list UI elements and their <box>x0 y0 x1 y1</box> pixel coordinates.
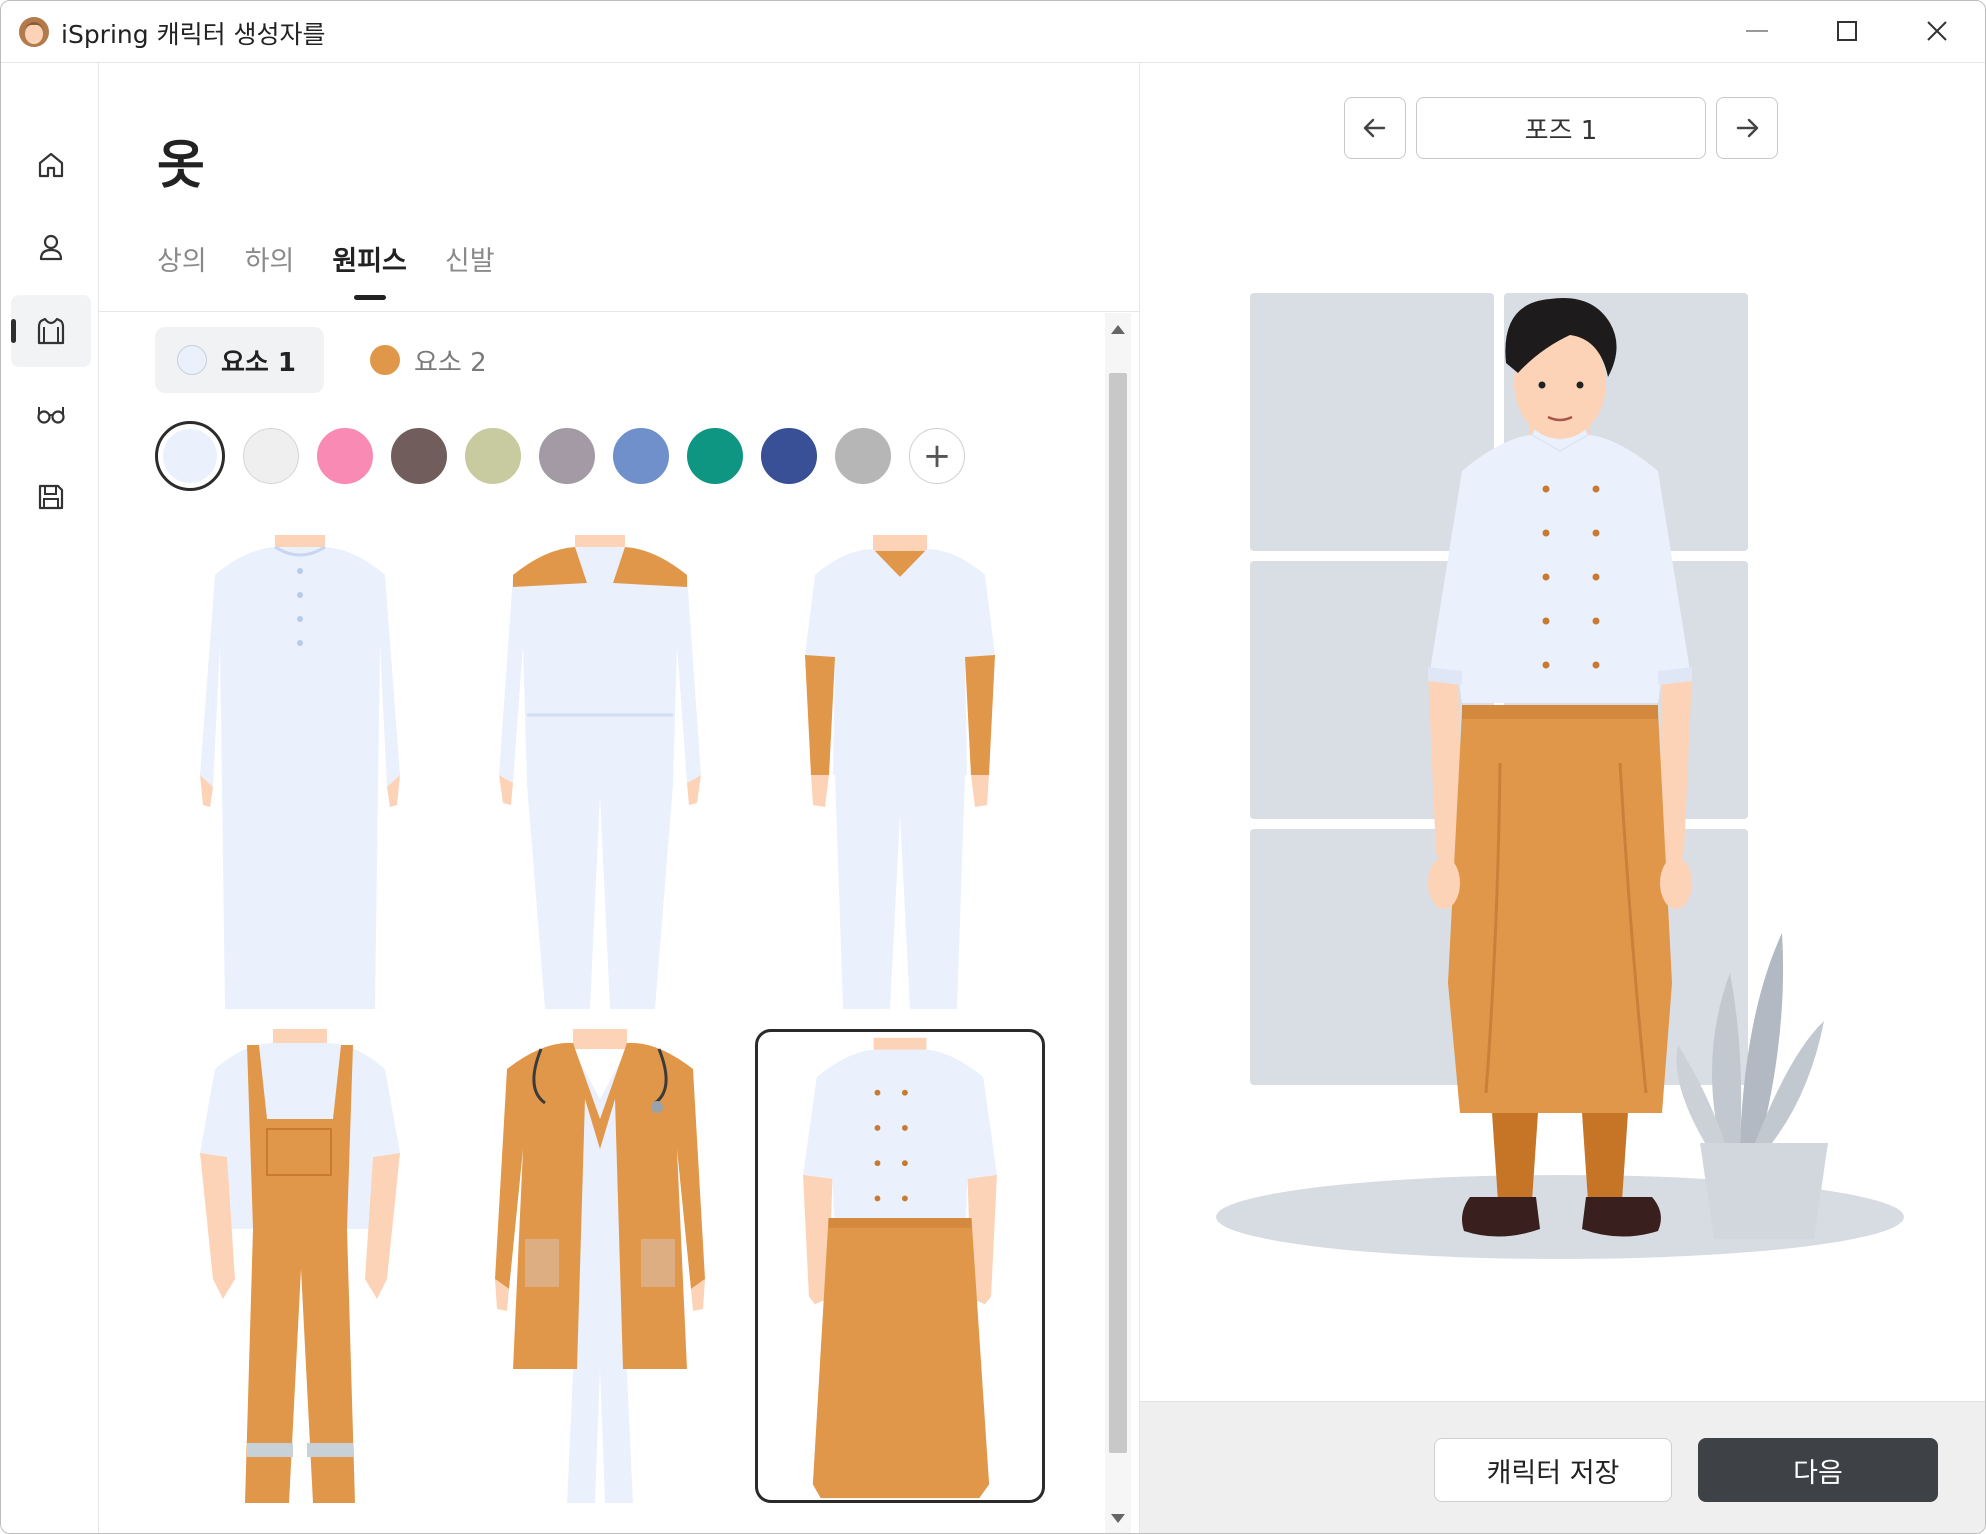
swatch-light-gray[interactable] <box>243 428 299 484</box>
next-button[interactable]: 다음 <box>1698 1438 1938 1502</box>
overalls-illustration <box>200 1029 400 1503</box>
maximize-icon <box>1837 21 1857 41</box>
minimize-button[interactable] <box>1727 9 1787 53</box>
scroll-down-arrow-icon[interactable] <box>1111 1514 1125 1523</box>
preview-panel: 포즈 1 캐릭터 저장 다음 <box>1139 63 1985 1533</box>
doctor-coat-illustration <box>495 1029 705 1503</box>
active-indicator <box>11 319 16 343</box>
preview-footer: 캐릭터 저장 다음 <box>1140 1401 1985 1533</box>
close-button[interactable] <box>1907 9 1967 53</box>
next-pose-button[interactable] <box>1716 97 1778 159</box>
shirt-icon <box>37 317 65 345</box>
long-robe-illustration <box>200 535 400 1009</box>
arrow-left-icon <box>1363 118 1386 138</box>
close-icon <box>1927 21 1947 41</box>
outfit-card-overalls[interactable] <box>155 1029 445 1503</box>
swatch-olive[interactable] <box>465 428 521 484</box>
clothes-panel: 옷 상의 하의 원피스 신발 요소 1 요소 2 + <box>99 63 1139 1533</box>
sidebar-item-character[interactable] <box>11 211 91 283</box>
outfit-card-long-robe[interactable] <box>155 535 445 1009</box>
outfit-card-scrubs[interactable] <box>755 535 1045 1009</box>
swatch-pink[interactable] <box>317 428 373 484</box>
plus-icon: + <box>922 436 952 476</box>
element-1-color-dot <box>177 345 207 375</box>
chef-apron-illustration <box>803 1037 997 1499</box>
element-1-label: 요소 1 <box>221 347 296 378</box>
home-icon <box>38 152 64 178</box>
tab-bottoms[interactable]: 하의 <box>245 239 295 300</box>
previous-pose-button[interactable] <box>1344 97 1406 159</box>
swatch-blue[interactable] <box>613 428 669 484</box>
element-2-button[interactable]: 요소 2 <box>348 327 515 393</box>
sidebar-item-save[interactable] <box>11 461 91 533</box>
sidebar <box>1 63 99 1533</box>
scroll-up-arrow-icon[interactable] <box>1111 325 1125 334</box>
tab-tops[interactable]: 상의 <box>157 239 207 300</box>
sidebar-item-clothes[interactable] <box>11 295 91 367</box>
sidebar-item-accessories[interactable] <box>11 377 91 449</box>
pose-label: 포즈 1 <box>1416 97 1706 159</box>
minimize-icon <box>1746 30 1768 32</box>
window-title: iSpring 캐릭터 생성자를 <box>61 20 326 49</box>
title-bar: iSpring 캐릭터 생성자를 <box>1 1 1985 63</box>
page-title: 옷 <box>157 136 205 196</box>
maximize-button[interactable] <box>1817 9 1877 53</box>
pose-navigator: 포즈 1 <box>1344 97 1778 159</box>
app-logo-icon <box>19 17 49 47</box>
color-palette: + <box>155 421 965 491</box>
save-character-button[interactable]: 캐릭터 저장 <box>1434 1438 1672 1502</box>
swatch-teal[interactable] <box>687 428 743 484</box>
swatch-navy[interactable] <box>761 428 817 484</box>
outfit-card-doctor-coat[interactable] <box>455 1029 745 1503</box>
element-2-label: 요소 2 <box>413 347 487 378</box>
scroll-thumb[interactable] <box>1109 373 1127 1453</box>
tab-onepiece[interactable]: 원피스 <box>332 239 407 300</box>
element-1-button[interactable]: 요소 1 <box>155 327 324 393</box>
divider <box>99 311 1139 312</box>
outfit-scrollbar[interactable] <box>1105 313 1131 1533</box>
swatch-brown[interactable] <box>391 428 447 484</box>
arrow-right-icon <box>1736 118 1759 138</box>
clothes-tabs: 상의 하의 원피스 신발 <box>157 239 495 300</box>
outfit-grid <box>155 535 1075 1533</box>
swatch-light-blue[interactable] <box>155 421 225 491</box>
scrubs-illustration <box>805 535 995 1009</box>
character-preview <box>1216 293 1904 1259</box>
jumpsuit-illustration <box>499 535 701 1009</box>
glasses-icon <box>37 407 65 424</box>
person-icon <box>39 234 63 261</box>
element-2-color-dot <box>369 345 400 375</box>
save-icon <box>38 484 64 510</box>
outfit-card-jumpsuit[interactable] <box>455 535 745 1009</box>
outfit-card-chef-apron[interactable] <box>755 1029 1045 1503</box>
swatch-gray[interactable] <box>835 428 891 484</box>
add-color-button[interactable]: + <box>909 428 965 484</box>
sidebar-item-home[interactable] <box>11 129 91 201</box>
element-selector: 요소 1 요소 2 <box>155 327 515 393</box>
tab-shoes[interactable]: 신발 <box>445 239 495 300</box>
app-window: iSpring 캐릭터 생성자를 옷 상의 하의 원피스 신발 요소 1 요소 … <box>0 0 1986 1534</box>
swatch-mauve[interactable] <box>539 428 595 484</box>
